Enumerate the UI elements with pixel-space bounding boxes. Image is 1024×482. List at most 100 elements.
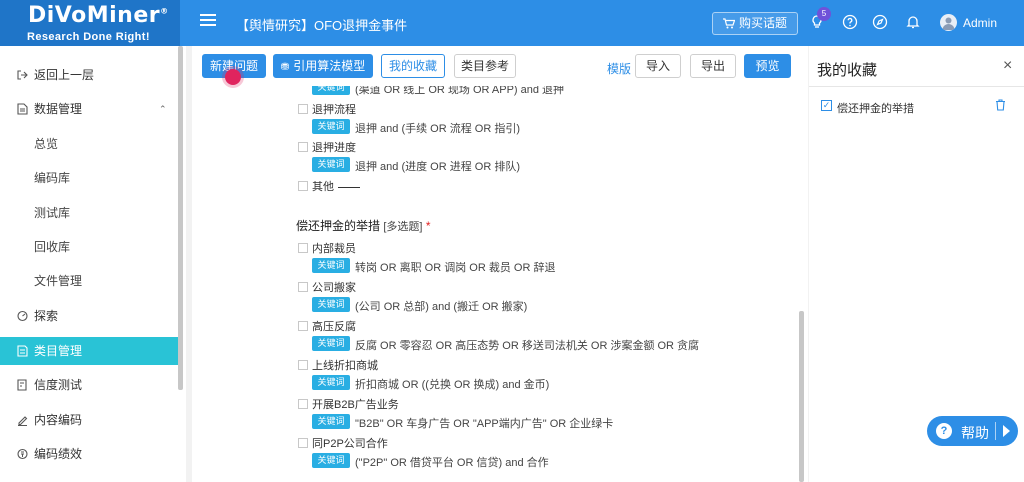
help-button[interactable]: ? 帮助 (927, 416, 1018, 446)
question-type: [多选题] (383, 221, 423, 233)
keyword-tag: 关键词 (312, 297, 350, 312)
back-icon (17, 70, 28, 80)
category-icon (17, 345, 28, 357)
top-header: DiVoMiner® Research Done Right! 【舆情研究】OF… (0, 0, 1024, 46)
model-icon: ⛃ (280, 62, 290, 73)
keyword-tag: 关键词 (312, 119, 350, 134)
click-indicator (225, 69, 241, 85)
other-input-line[interactable] (338, 186, 360, 188)
sidebar-item-coding-performance[interactable]: 编码绩效 (0, 440, 178, 468)
template-link[interactable]: 模版 (607, 60, 631, 77)
sidebar-item-content-coding[interactable]: 内容编码 (0, 406, 178, 434)
buy-topic-button[interactable]: 购买话题 (712, 12, 798, 35)
question-title: 偿还押金的举措 [多选题] * (296, 217, 431, 234)
keyword-expression: 转岗 OR 离职 OR 调岗 OR 裁员 OR 辞退 (355, 262, 556, 274)
divider (809, 86, 1024, 87)
chevron-right-icon[interactable] (1003, 425, 1010, 437)
option-checkbox[interactable] (298, 142, 308, 152)
question-icon: ? (936, 423, 952, 439)
sidebar-item-label: 总览 (34, 137, 59, 151)
avatar[interactable] (940, 14, 957, 31)
keyword-tag: 关键词 (312, 86, 350, 95)
edit-icon (18, 416, 28, 426)
close-icon[interactable]: × (1003, 57, 1012, 75)
other-label: 其他 (312, 181, 334, 193)
keyword-tag: 关键词 (312, 453, 350, 468)
cart-icon (723, 18, 735, 29)
other-option: 其他 (312, 178, 360, 194)
option-label: 内部裁员 (312, 243, 356, 255)
option-label: 上线折扣商城 (312, 360, 378, 372)
category-reference-button[interactable]: 类目参考 (454, 54, 516, 78)
test-icon (17, 379, 27, 391)
import-button[interactable]: 导入 (635, 54, 681, 78)
preview-button[interactable]: 预览 (744, 54, 791, 78)
option-label: 退押流程 (312, 104, 356, 116)
keyword-expression: (公司 OR 总部) and (搬迁 OR 搬家) (355, 301, 528, 313)
algorithm-model-label: 引用算法模型 (293, 59, 366, 73)
sidebar-item-reliability-test[interactable]: 信度测试 (0, 371, 178, 399)
keyword-expression: ("P2P" OR 借贷平台 OR 信贷) and 合作 (355, 457, 549, 469)
divider (995, 422, 996, 440)
buy-topic-label: 购买话题 (738, 16, 787, 30)
keyword-expression: "B2B" OR 车身广告 OR "APP端内广告" OR 企业绿卡 (355, 418, 614, 430)
keyword-expression: 退押 and (进度 OR 进程 OR 排队) (355, 161, 521, 173)
option-checkbox[interactable] (298, 360, 308, 370)
algorithm-model-button[interactable]: ⛃ 引用算法模型 (273, 54, 373, 78)
user-name[interactable]: Admin (963, 16, 997, 30)
option-checkbox[interactable] (298, 321, 308, 331)
performance-icon (17, 448, 28, 460)
option-label: 公司搬家 (312, 282, 356, 294)
favorites-title: 我的收藏 (817, 62, 878, 79)
sidebar-item-label: 回收库 (34, 240, 71, 254)
favorite-checkbox[interactable]: ✓ (821, 100, 832, 111)
sidebar-item-label: 数据管理 (34, 102, 83, 116)
sidebar-item-category-management[interactable]: 类目管理 (0, 337, 178, 365)
option-checkbox[interactable] (298, 282, 308, 292)
option-checkbox[interactable] (298, 399, 308, 409)
keyword-expression: 退押 and (手续 OR 流程 OR 指引) (355, 123, 521, 135)
option-label: 高压反腐 (312, 321, 356, 333)
toolbar: 新建问题 ⛃ 引用算法模型 我的收藏 类目参考 模版 导入 导出 预览 (192, 46, 808, 86)
sidebar-item-back[interactable]: 返回上一层 (0, 61, 178, 89)
content-scrollbar[interactable] (799, 311, 804, 482)
sidebar-item-label: 返回上一层 (34, 68, 95, 82)
file-icon (17, 103, 28, 115)
option-checkbox[interactable] (298, 181, 308, 191)
export-button[interactable]: 导出 (690, 54, 736, 78)
favorite-item-label[interactable]: 偿还押金的举措 (837, 100, 914, 116)
option-checkbox[interactable] (298, 243, 308, 253)
logo-registered-mark: ® (160, 6, 169, 16)
my-favorites-button[interactable]: 我的收藏 (381, 54, 445, 78)
sidebar-item-overview[interactable]: 总览 (0, 130, 178, 158)
sidebar-item-coding-library[interactable]: 编码库 (0, 164, 178, 192)
compass-icon[interactable] (872, 14, 888, 30)
sidebar-item-explore[interactable]: 探索 (0, 302, 178, 330)
sidebar-item-label: 内容编码 (34, 413, 83, 427)
keyword-tag: 关键词 (312, 157, 350, 172)
help-circle-icon[interactable] (842, 14, 858, 30)
menu-toggle-icon[interactable] (200, 14, 216, 28)
sidebar-item-label: 信度测试 (34, 378, 83, 392)
sidebar-item-label: 测试库 (34, 206, 71, 220)
sidebar-item-file-management[interactable]: 文件管理 (0, 267, 178, 295)
keyword-expression: (渠道 OR 线上 OR 现场 OR APP) and 退押 (355, 86, 565, 96)
sidebar-scrollbar[interactable] (178, 46, 183, 390)
main-panel: 新建问题 ⛃ 引用算法模型 我的收藏 类目参考 模版 导入 导出 预览 关键词 (… (192, 46, 808, 482)
bell-icon[interactable] (905, 14, 921, 30)
sidebar: 返回上一层 数据管理 ⌃ 总览 编码库 测试库 回收库 文件管理 探索 类目管理… (0, 46, 186, 482)
chevron-up-icon: ⌃ (159, 104, 167, 114)
help-label: 帮助 (961, 425, 989, 441)
option-checkbox[interactable] (298, 104, 308, 114)
sidebar-item-recycle-library[interactable]: 回收库 (0, 233, 178, 261)
logo-tagline: Research Done Right! (27, 31, 150, 43)
sidebar-item-test-library[interactable]: 测试库 (0, 199, 178, 227)
trash-icon[interactable] (995, 99, 1006, 111)
question-title-text: 偿还押金的举措 (296, 219, 381, 233)
logo[interactable]: DiVoMiner® Research Done Right! (0, 0, 180, 46)
keyword-expression: 反腐 OR 零容忍 OR 高压态势 OR 移送司法机关 OR 涉案金额 OR 贪… (355, 340, 700, 352)
option-checkbox[interactable] (298, 438, 308, 448)
user-icon (942, 17, 955, 30)
sidebar-item-data-management[interactable]: 数据管理 ⌃ (0, 95, 178, 123)
keyword-tag: 关键词 (312, 414, 350, 429)
